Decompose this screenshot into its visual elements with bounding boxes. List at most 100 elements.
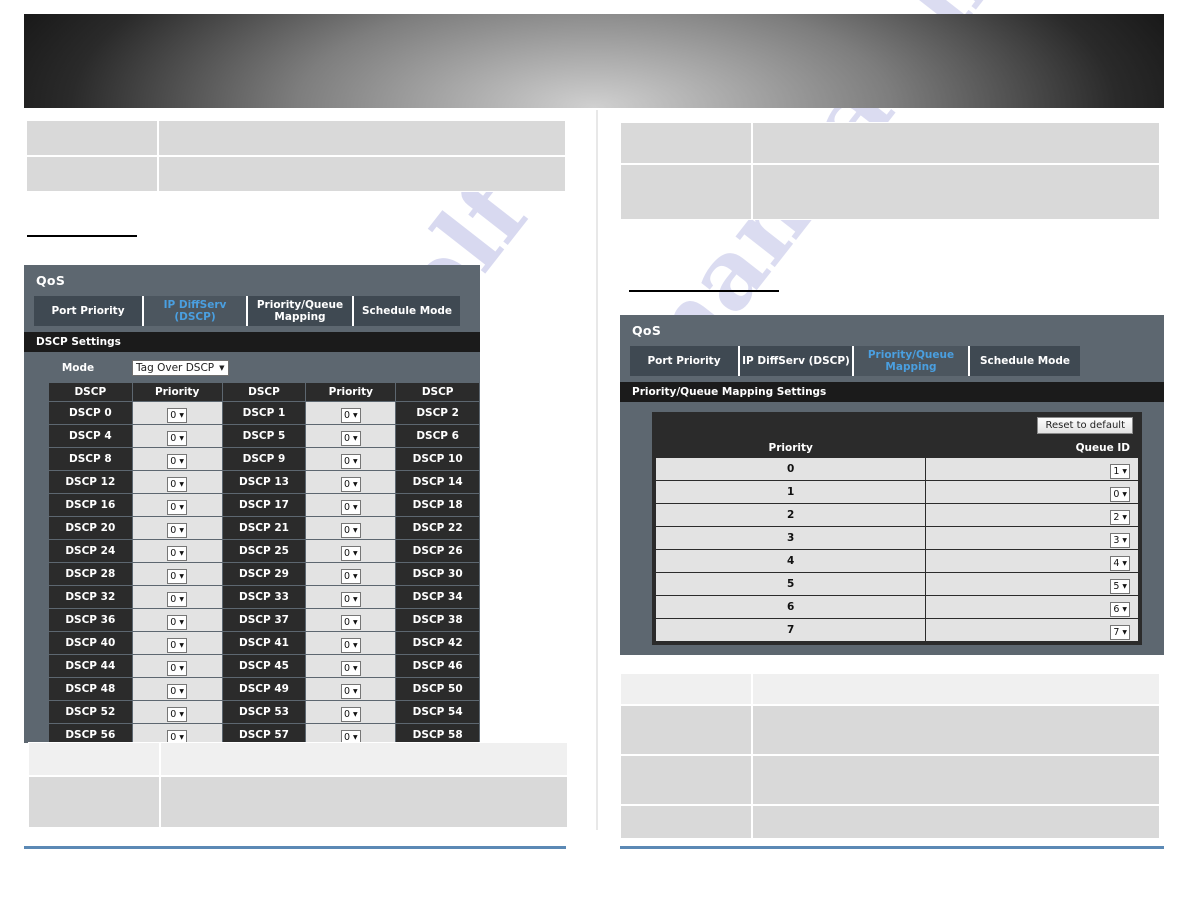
priority-select[interactable]: 0 ▼	[340, 707, 361, 722]
priority-select-value: 0	[170, 433, 177, 444]
chevron-down-icon: ▼	[353, 642, 358, 649]
table-cell-label	[620, 805, 752, 839]
table-cell-value	[752, 755, 1160, 805]
tab-schedule-mode[interactable]: Schedule Mode	[354, 296, 460, 326]
dscp-row: DSCP 8 0 ▼ DSCP 9 0 ▼ DSCP 10	[49, 448, 479, 470]
table-cell-label	[26, 120, 158, 156]
priority-select-value: 0	[170, 410, 177, 421]
queue-id-select[interactable]: 0 ▼	[1110, 487, 1130, 502]
tab-schedule-mode-right[interactable]: Schedule Mode	[970, 346, 1080, 376]
dscp-label-cell: DSCP 1	[222, 402, 306, 424]
dscp-label-cell: DSCP 4	[49, 425, 132, 447]
mode-label: Mode	[61, 362, 95, 374]
table-row	[620, 673, 1160, 705]
dscp-priority-cell: 0 ▼	[306, 563, 396, 585]
priority-select[interactable]: 0 ▼	[340, 546, 361, 561]
dscp-row: DSCP 40 0 ▼ DSCP 41 0 ▼ DSCP 42	[49, 632, 479, 654]
priority-select[interactable]: 0 ▼	[167, 661, 187, 676]
priority-select[interactable]: 0 ▼	[340, 638, 361, 653]
priority-select-value: 0	[343, 640, 350, 651]
priority-select[interactable]: 0 ▼	[167, 454, 187, 469]
priority-select-value: 0	[170, 594, 177, 605]
queue-id-select[interactable]: 4 ▼	[1110, 556, 1130, 571]
priority-select[interactable]: 0 ▼	[340, 661, 361, 676]
priority-select[interactable]: 0 ▼	[167, 569, 187, 584]
dscp-priority-cell: 0 ▼	[306, 402, 396, 424]
priority-select[interactable]: 0 ▼	[340, 684, 361, 699]
priority-select[interactable]: 0 ▼	[340, 408, 361, 423]
pq-header-row: Priority Queue ID	[656, 439, 1138, 457]
dscp-priority-cell: 0 ▼	[132, 632, 222, 654]
tab-ip-diffserv-dscp-right[interactable]: IP DiffServ (DSCP)	[740, 346, 854, 376]
priority-select[interactable]: 0 ▼	[340, 500, 361, 515]
priority-select[interactable]: 0 ▼	[167, 523, 187, 538]
table-top-left	[26, 120, 566, 192]
queue-id-select[interactable]: 7 ▼	[1110, 625, 1130, 640]
dscp-row: DSCP 32 0 ▼ DSCP 33 0 ▼ DSCP 34	[49, 586, 479, 608]
priority-queue-table: Priority Queue ID 0 1 ▼ 1 0 ▼ 2 2 ▼ 3 3 ▼ 4 4 ▼ 5 5 ▼ 6 6 ▼ 7…	[655, 438, 1139, 642]
priority-select[interactable]: 0 ▼	[340, 454, 361, 469]
priority-select[interactable]: 0 ▼	[167, 615, 187, 630]
dscp-label-cell: DSCP 41	[222, 632, 306, 654]
table-row	[620, 755, 1160, 805]
priority-select[interactable]: 0 ▼	[167, 592, 187, 607]
queue-id-select[interactable]: 6 ▼	[1110, 602, 1130, 617]
dscp-label-cell: DSCP 29	[222, 563, 306, 585]
tab-port-priority-right[interactable]: Port Priority	[630, 346, 740, 376]
priority-select[interactable]: 0 ▼	[340, 592, 361, 607]
tab-port-priority[interactable]: Port Priority	[34, 296, 144, 326]
mode-select[interactable]: Tag Over DSCP ▼	[132, 360, 229, 376]
pq-priority-cell: 2	[656, 504, 926, 526]
dscp-row: DSCP 52 0 ▼ DSCP 53 0 ▼ DSCP 54	[49, 701, 479, 723]
tab-priority-queue-mapping[interactable]: Priority/Queue Mapping	[248, 296, 354, 326]
pq-row: 0 1 ▼	[656, 458, 1138, 480]
dscp-priority-cell: 0 ▼	[132, 701, 222, 723]
qos-panel-title-right: QoS	[632, 323, 662, 338]
chevron-down-icon: ▼	[353, 688, 358, 695]
reset-to-default-button[interactable]: Reset to default	[1037, 417, 1133, 434]
dscp-label-cell: DSCP 44	[49, 655, 132, 677]
priority-select[interactable]: 0 ▼	[167, 408, 187, 423]
priority-select[interactable]: 0 ▼	[167, 477, 187, 492]
tab-priority-queue-mapping-right[interactable]: Priority/Queue Mapping	[854, 346, 970, 376]
table-cell-value	[752, 122, 1160, 164]
priority-select[interactable]: 0 ▼	[167, 431, 187, 446]
priority-select[interactable]: 0 ▼	[340, 569, 361, 584]
priority-select[interactable]: 0 ▼	[340, 477, 361, 492]
pq-table-wrapper: Reset to default Priority Queue ID 0 1 ▼ 1 0…	[620, 402, 1164, 645]
dscp-label-cell: DSCP 24	[49, 540, 132, 562]
dscp-row: DSCP 20 0 ▼ DSCP 21 0 ▼ DSCP 22	[49, 517, 479, 539]
dscp-priority-cell: 0 ▼	[132, 609, 222, 631]
queue-id-select[interactable]: 5 ▼	[1110, 579, 1130, 594]
priority-select[interactable]: 0 ▼	[167, 638, 187, 653]
dscp-label-cell: DSCP 53	[222, 701, 306, 723]
priority-select[interactable]: 0 ▼	[167, 684, 187, 699]
tab-ip-diffserv-dscp[interactable]: IP DiffServ (DSCP)	[144, 296, 248, 326]
dscp-priority-cell: 0 ▼	[306, 471, 396, 493]
queue-id-select[interactable]: 3 ▼	[1110, 533, 1130, 548]
dscp-label-cell: DSCP 52	[49, 701, 132, 723]
dscp-settings-header: DSCP Settings	[24, 332, 480, 352]
pq-header-queue-id: Queue ID	[926, 439, 1138, 457]
chevron-down-icon: ▼	[1122, 629, 1127, 636]
priority-select[interactable]: 0 ▼	[167, 707, 187, 722]
pq-queue-id-cell: 6 ▼	[926, 596, 1138, 618]
chevron-down-icon: ▼	[353, 458, 358, 465]
priority-select[interactable]: 0 ▼	[340, 523, 361, 538]
footer-rule-left	[24, 846, 566, 849]
qos-tab-bar: Port Priority IP DiffServ (DSCP) Priorit…	[34, 296, 480, 326]
qos-panel-title: QoS	[36, 273, 66, 288]
dscp-header-col3: DSCP	[222, 383, 306, 401]
priority-select-value: 0	[170, 571, 177, 582]
pq-queue-id-cell: 5 ▼	[926, 573, 1138, 595]
priority-select[interactable]: 0 ▼	[167, 500, 187, 515]
dscp-label-cell: DSCP 28	[49, 563, 132, 585]
dscp-header-col4: Priority	[306, 383, 396, 401]
queue-id-select[interactable]: 2 ▼	[1110, 510, 1130, 525]
priority-select[interactable]: 0 ▼	[340, 615, 361, 630]
priority-select[interactable]: 0 ▼	[167, 546, 187, 561]
table-cell-value	[752, 705, 1160, 755]
priority-select-value: 0	[343, 594, 350, 605]
priority-select[interactable]: 0 ▼	[340, 431, 361, 446]
queue-id-select[interactable]: 1 ▼	[1110, 464, 1130, 479]
